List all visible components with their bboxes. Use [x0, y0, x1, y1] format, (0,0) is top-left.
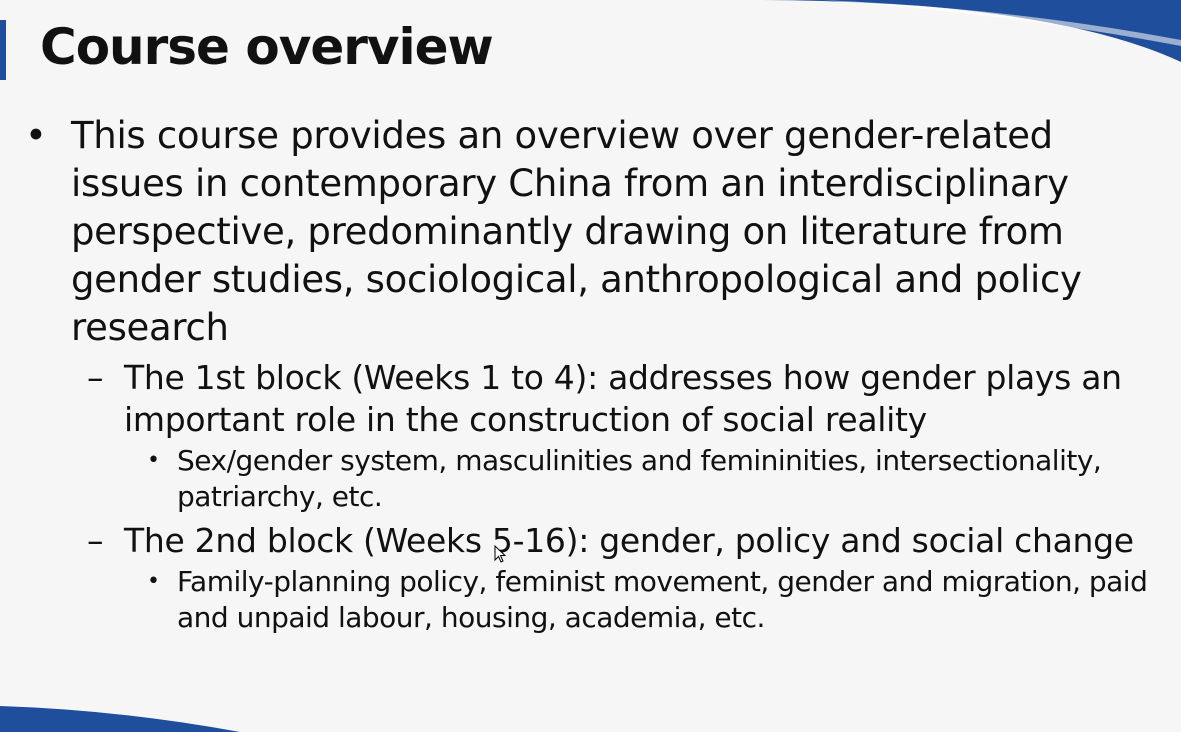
- dash-marker: –: [87, 521, 104, 560]
- sub-sub-bullet-block-1: • Sex/gender system, masculinities and f…: [147, 443, 1175, 515]
- slide-body: • This course provides an overview over …: [25, 112, 1175, 636]
- dot-marker: •: [147, 448, 160, 473]
- sub-bullet-text: The 1st block (Weeks 1 to 4): addresses …: [124, 358, 1122, 439]
- sub-sub-bullet-text: Family-planning policy, feminist movemen…: [177, 565, 1148, 634]
- sub-bullet-text: The 2nd block (Weeks 5-16): gender, poli…: [124, 521, 1134, 560]
- sub-bullet-block-1: – The 1st block (Weeks 1 to 4): addresse…: [87, 357, 1175, 441]
- bullet-text: This course provides an overview over ge…: [71, 114, 1082, 349]
- slide-title: Course overview: [40, 18, 494, 76]
- dot-marker: •: [147, 569, 160, 594]
- sub-bullet-block-2: – The 2nd block (Weeks 5-16): gender, po…: [87, 520, 1175, 562]
- dash-marker: –: [87, 358, 104, 397]
- sub-sub-bullet-block-2: • Family-planning policy, feminist movem…: [147, 564, 1175, 636]
- title-accent-bar: [0, 20, 6, 80]
- sub-sub-bullet-text: Sex/gender system, masculinities and fem…: [177, 444, 1102, 513]
- mouse-pointer-icon: [494, 545, 506, 563]
- top-right-swoosh: [761, 0, 1181, 62]
- slide: Course overview • This course provides a…: [0, 0, 1181, 732]
- bullet-level1: • This course provides an overview over …: [25, 112, 1175, 352]
- bullet-marker: •: [25, 114, 47, 157]
- bottom-left-swoosh: [0, 706, 240, 732]
